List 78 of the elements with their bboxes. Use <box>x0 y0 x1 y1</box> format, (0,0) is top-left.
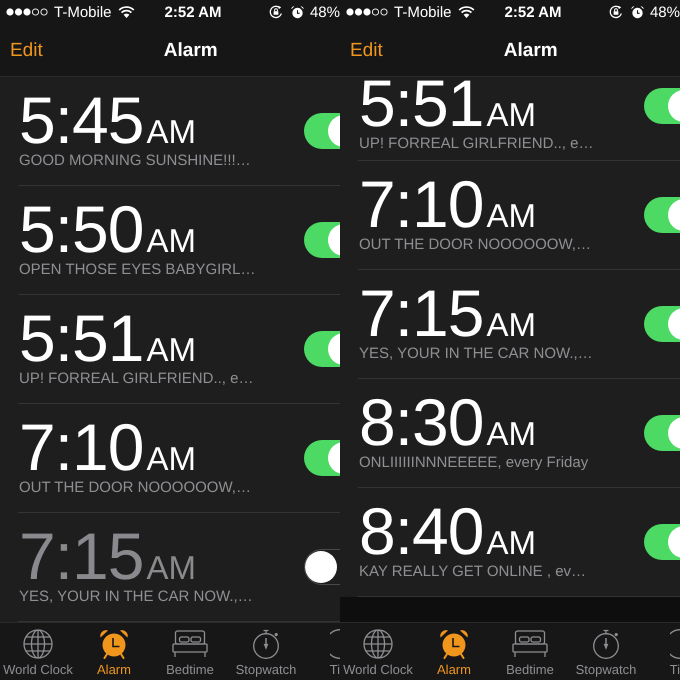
alarm-period: AM <box>486 203 536 230</box>
signal-icon <box>346 8 388 16</box>
alarm-label: OPEN THOSE EYES BABYGIRL… <box>19 260 256 279</box>
globe-icon <box>23 629 53 659</box>
edit-button[interactable]: Edit <box>10 40 43 60</box>
stopwatch-icon <box>251 629 281 659</box>
alarm-clock-icon <box>290 6 304 18</box>
wifi-icon <box>458 6 475 18</box>
battery-percent: 48% <box>310 4 340 20</box>
bed-icon <box>172 630 208 658</box>
toggle-switch[interactable] <box>644 306 680 342</box>
alarm-clock-icon <box>630 6 644 18</box>
wifi-icon <box>118 6 135 18</box>
alarm-period: AM <box>486 421 536 448</box>
status-time: 2:52 AM <box>164 4 222 20</box>
nav-title: Alarm <box>504 40 558 60</box>
alarm-time: 8:30 <box>359 396 484 449</box>
alarm-label: YES, YOUR IN THE CAR NOW.,… <box>359 344 593 363</box>
alarm-time: 8:40 <box>359 505 484 558</box>
signal-icon <box>6 8 48 16</box>
alarm-time: 7:15 <box>19 530 144 583</box>
alarm-period: AM <box>146 337 196 364</box>
toggle-switch[interactable] <box>644 415 680 451</box>
alarm-label: OUT THE DOOR NOOOOOOW,… <box>359 236 591 254</box>
alarm-clock-icon <box>439 629 469 659</box>
ring-icon <box>670 629 680 659</box>
alarm-label: OUT THE DOOR NOOOOOOW,… <box>19 478 251 497</box>
alarm-clock-icon <box>99 629 129 659</box>
toggle-switch[interactable] <box>304 549 340 585</box>
tab[interactable]: Alarm <box>76 623 152 680</box>
alarm-period: AM <box>146 228 196 254</box>
tab[interactable]: Bedtime <box>492 623 568 680</box>
toggle-switch[interactable] <box>304 331 340 367</box>
alarm-label: UP! FORREAL GIRLFRIEND.., e… <box>19 370 254 388</box>
toggle-switch[interactable] <box>304 440 340 476</box>
alarm-time: 7:10 <box>359 178 484 231</box>
toggle-switch[interactable] <box>644 197 680 233</box>
alarm-time: 5:50 <box>19 203 144 256</box>
tab[interactable]: Ti <box>304 623 340 680</box>
tab[interactable]: Stopwatch <box>568 623 644 680</box>
alarm-period: AM <box>146 555 196 582</box>
alarm-period: AM <box>146 119 196 146</box>
alarm-time: 5:45 <box>19 94 144 147</box>
alarm-period: AM <box>486 530 536 556</box>
bed-icon <box>512 630 548 658</box>
battery-percent: 48% <box>650 4 680 20</box>
stopwatch-icon <box>591 629 621 659</box>
tab[interactable]: Stopwatch <box>228 623 304 680</box>
toggle-switch[interactable] <box>644 524 680 560</box>
alarm-period: AM <box>486 312 536 338</box>
toggle-switch[interactable] <box>304 222 340 258</box>
tab[interactable]: World Clock <box>0 623 76 680</box>
toggle-switch[interactable] <box>644 88 680 124</box>
tab[interactable]: World Clock <box>340 623 416 680</box>
alarm-time: 7:10 <box>19 421 144 474</box>
toggle-switch[interactable] <box>304 113 340 149</box>
ring-icon <box>330 629 340 659</box>
rotation-lock-icon <box>608 5 623 19</box>
tab[interactable]: Ti <box>644 623 680 680</box>
nav-title: Alarm <box>164 40 218 60</box>
alarm-label: KAY REALLY GET ONLINE , ev… <box>359 562 586 581</box>
rotation-lock-icon <box>268 5 283 19</box>
alarm-time: 5:51 <box>19 312 144 365</box>
edit-button[interactable]: Edit <box>350 40 383 60</box>
alarm-time: 7:15 <box>359 287 484 340</box>
alarm-period: AM <box>486 102 536 128</box>
alarm-label: GOOD MORNING SUNSHINE!!!… <box>19 152 251 170</box>
alarm-label: ONLIIIIIINNNEEEEE, every Friday <box>359 454 588 472</box>
status-time: 2:52 AM <box>504 4 562 20</box>
tab[interactable]: Bedtime <box>152 623 228 680</box>
globe-icon <box>363 629 393 659</box>
alarm-time: 5:51 <box>359 77 484 130</box>
alarm-label: YES, YOUR IN THE CAR NOW.,… <box>19 588 253 606</box>
alarm-period: AM <box>146 446 196 472</box>
carrier-name: T-Mobile <box>54 4 112 20</box>
tab[interactable]: Alarm <box>416 623 492 680</box>
carrier-name: T-Mobile <box>394 4 452 20</box>
alarm-label: UP! FORREAL GIRLFRIEND.., e… <box>359 134 594 153</box>
